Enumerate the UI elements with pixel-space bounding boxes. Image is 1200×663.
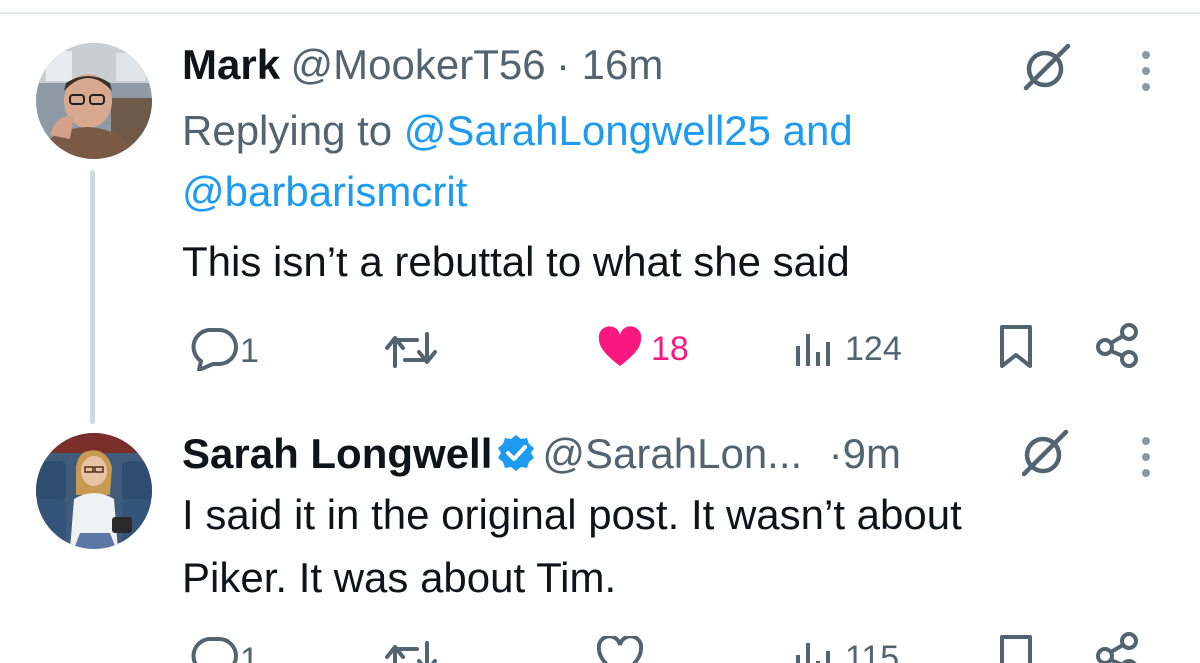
author-name[interactable]: Mark: [182, 41, 280, 88]
share-icon[interactable]: [1094, 630, 1142, 663]
verified-badge-icon: [496, 433, 536, 477]
avatar-mark[interactable]: [36, 43, 152, 159]
top-divider: [0, 12, 1200, 14]
share-icon[interactable]: [1094, 321, 1142, 374]
tweet-1-header: Mark @MookerT56 · 16m: [182, 44, 663, 86]
reply-icon[interactable]: [189, 327, 239, 376]
heart-icon[interactable]: [597, 326, 643, 373]
timestamp[interactable]: ·9m: [829, 430, 901, 477]
more-icon[interactable]: [1142, 437, 1152, 485]
reply-count: 1: [240, 641, 259, 663]
views-count: 115: [845, 639, 900, 663]
author-handle[interactable]: @MookerT56: [291, 41, 546, 88]
bookmark-icon[interactable]: [998, 324, 1034, 375]
author-name[interactable]: Sarah Longwell: [182, 430, 492, 477]
tweet-text: I said it in the original post. It wasn’…: [182, 491, 962, 538]
heart-icon[interactable]: [596, 634, 644, 663]
like-count: 18: [651, 330, 689, 368]
more-icon[interactable]: [1142, 51, 1152, 99]
grok-icon[interactable]: [1016, 428, 1074, 483]
replying-to: Replying to @SarahLongwell25 and: [182, 107, 853, 154]
mention-link[interactable]: @barbarismcrit: [182, 171, 467, 213]
retweet-icon[interactable]: [383, 330, 439, 375]
views-icon[interactable]: [794, 332, 838, 373]
views-count: 124: [845, 330, 902, 368]
reply-count: 1: [240, 332, 259, 370]
avatar-sarah-longwell[interactable]: [36, 433, 152, 549]
timestamp[interactable]: · 16m: [556, 41, 663, 88]
tweet-2-header: Sarah Longwell @SarahLon... ·9m: [182, 433, 901, 477]
bookmark-icon[interactable]: [998, 634, 1034, 663]
thread-line: [90, 170, 95, 424]
reply-icon[interactable]: [189, 636, 239, 663]
mention-link[interactable]: @SarahLongwell25: [404, 107, 771, 154]
author-handle[interactable]: @SarahLon...: [542, 430, 802, 477]
tweet-text: This isn’t a rebuttal to what she said: [182, 238, 850, 285]
retweet-icon[interactable]: [383, 639, 439, 663]
views-icon[interactable]: [794, 641, 838, 663]
tweet-text: Piker. It was about Tim.: [182, 554, 617, 601]
grok-icon[interactable]: [1018, 42, 1076, 97]
